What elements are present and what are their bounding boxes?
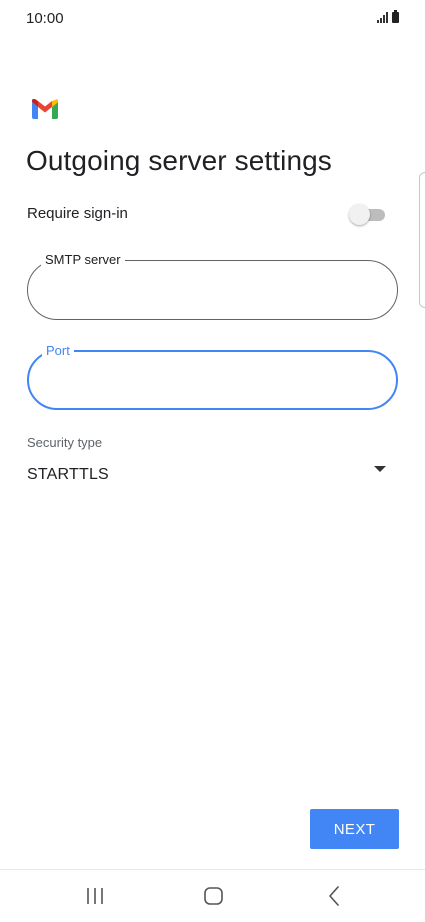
page-title: Outgoing server settings — [26, 145, 332, 176]
toggle-thumb — [349, 204, 370, 225]
next-button[interactable]: NEXT — [310, 809, 399, 849]
dropdown-arrow-icon — [374, 466, 386, 472]
edge-panel-handle[interactable] — [419, 172, 425, 308]
smtp-server-input[interactable] — [46, 277, 380, 305]
security-type-label: Security type — [27, 435, 103, 450]
battery-icon — [392, 10, 399, 23]
gmail-logo-icon — [32, 99, 58, 119]
smtp-server-label: SMTP server — [41, 252, 125, 268]
home-icon[interactable] — [193, 882, 233, 910]
screen: 10:00 Outgoing server settings Require s… — [0, 0, 425, 922]
port-label: Port — [42, 343, 74, 359]
navigation-bar — [0, 870, 425, 922]
port-input[interactable] — [47, 368, 381, 396]
security-type-dropdown[interactable]: STARTTLS — [27, 460, 392, 490]
recents-icon[interactable] — [75, 882, 115, 910]
signal-bars-icon — [377, 12, 388, 23]
status-icons — [377, 10, 399, 23]
status-time: 10:00 — [26, 10, 64, 27]
security-type-value: STARTTLS — [27, 466, 109, 483]
require-sign-in-label: Require sign-in — [27, 205, 128, 222]
back-icon[interactable] — [314, 882, 354, 910]
require-sign-in-toggle[interactable] — [349, 203, 387, 225]
port-field[interactable]: Port — [27, 343, 398, 410]
smtp-server-field[interactable]: SMTP server — [27, 252, 398, 320]
